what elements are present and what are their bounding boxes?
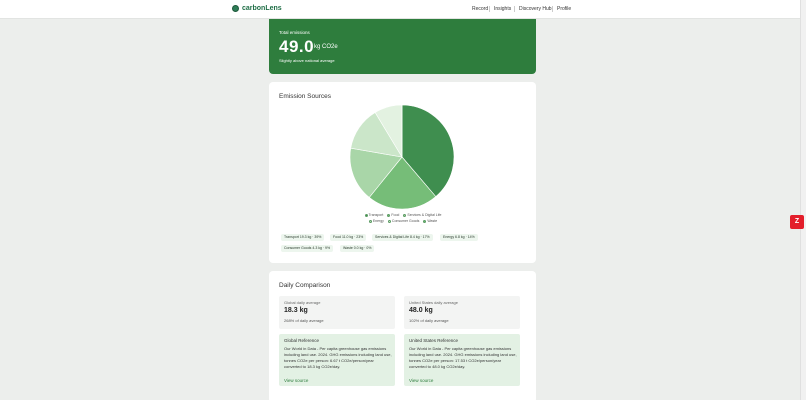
us-view-source-link[interactable]: View source bbox=[409, 378, 433, 383]
global-average-heading: Global daily average bbox=[284, 300, 321, 305]
legend-item[interactable]: Consumer Goods bbox=[387, 219, 420, 223]
chart-legend: Transport Food Services & Digital Life Ene… bbox=[353, 213, 453, 225]
chip-consumer-goods: Consumer Goods 4.3 kg · 9% bbox=[281, 245, 334, 252]
global-reference-heading: Global Reference bbox=[284, 338, 320, 343]
legend-swatch-icon bbox=[403, 213, 407, 217]
legend-label: Services & Digital Life bbox=[407, 213, 442, 217]
us-reference-text: Our World in Data - Per capita greenhous… bbox=[409, 346, 517, 369]
legend-swatch-icon bbox=[423, 219, 427, 223]
legend-label: Energy bbox=[372, 219, 384, 223]
us-average-percent: 102% of daily average bbox=[409, 318, 449, 323]
daily-comparison-title: Daily Comparison bbox=[279, 282, 331, 289]
daily-comparison-card: Daily Comparison Global daily average 18… bbox=[269, 271, 536, 400]
global-view-source-link[interactable]: View source bbox=[284, 378, 308, 383]
global-average-value: 18.3 kg bbox=[284, 307, 308, 314]
legend-label: Consumer Goods bbox=[391, 219, 420, 223]
legend-item[interactable]: Services & Digital Life bbox=[403, 213, 441, 217]
nav-profile[interactable]: Profile bbox=[557, 6, 571, 12]
total-emissions-banner: Total emissions 49.0 kg CO2e Slightly ab… bbox=[269, 19, 536, 74]
chip-transport: Transport 19.3 kg · 39% bbox=[281, 234, 325, 241]
legend-item[interactable]: Waste bbox=[423, 219, 437, 223]
us-reference-heading: United States Reference bbox=[409, 338, 459, 343]
nav-insights[interactable]: Insights bbox=[494, 6, 511, 12]
global-average-percent: 268% of daily average bbox=[284, 318, 324, 323]
legend-item[interactable]: Energy bbox=[368, 219, 384, 223]
total-emissions-unit: kg CO2e bbox=[314, 44, 338, 50]
emission-pie-chart bbox=[349, 104, 455, 210]
legend-swatch-icon bbox=[368, 219, 372, 223]
brand-name: carbonLens bbox=[242, 5, 282, 12]
global-reference-box: Global Reference Our World in Data - Per… bbox=[279, 334, 395, 386]
legend-item[interactable]: Food bbox=[387, 213, 399, 217]
chip-waste: Waste 0.0 kg · 0% bbox=[340, 245, 375, 252]
us-average-heading: United States daily average bbox=[409, 300, 458, 305]
legend-label: Food bbox=[391, 213, 400, 217]
chip-services: Services & Digital Life 8.4 kg · 17% bbox=[372, 234, 433, 241]
us-reference-box: United States Reference Our World in Dat… bbox=[404, 334, 520, 386]
legend-label: Transport bbox=[368, 213, 384, 217]
legend-swatch-icon bbox=[364, 213, 368, 217]
leaf-logo-icon bbox=[232, 5, 239, 12]
chip-food: Food 11.0 kg · 23% bbox=[330, 234, 367, 241]
page-scrollbar[interactable] bbox=[800, 0, 806, 400]
chip-energy: Energy 6.8 kg · 14% bbox=[440, 234, 478, 241]
nav-discovery-hub[interactable]: Discovery Hub bbox=[519, 6, 552, 12]
legend-swatch-icon bbox=[387, 213, 391, 217]
emission-sources-card: Emission Sources Transport Food Services &… bbox=[269, 82, 536, 263]
us-average-value: 48.0 kg bbox=[409, 307, 433, 314]
nav-record[interactable]: Record bbox=[472, 6, 488, 12]
global-reference-text: Our World in Data - Per capita greenhous… bbox=[284, 346, 392, 369]
side-badge-icon[interactable]: Z bbox=[790, 215, 804, 229]
us-average-box: United States daily average 48.0 kg 102%… bbox=[404, 296, 520, 329]
global-average-box: Global daily average 18.3 kg 268% of dai… bbox=[279, 296, 395, 329]
total-emissions-label: Total emissions bbox=[279, 30, 310, 35]
brand[interactable]: carbonLens bbox=[232, 5, 282, 12]
total-emissions-value: 49.0 bbox=[279, 37, 315, 56]
comparison-note: Slightly above national average bbox=[279, 58, 335, 63]
legend-item[interactable]: Transport bbox=[364, 213, 384, 217]
emission-sources-title: Emission Sources bbox=[279, 93, 332, 100]
top-nav-bar: carbonLens Record Insights Discovery Hub… bbox=[0, 0, 800, 19]
legend-swatch-icon bbox=[387, 219, 391, 223]
legend-label: Waste bbox=[427, 219, 438, 223]
